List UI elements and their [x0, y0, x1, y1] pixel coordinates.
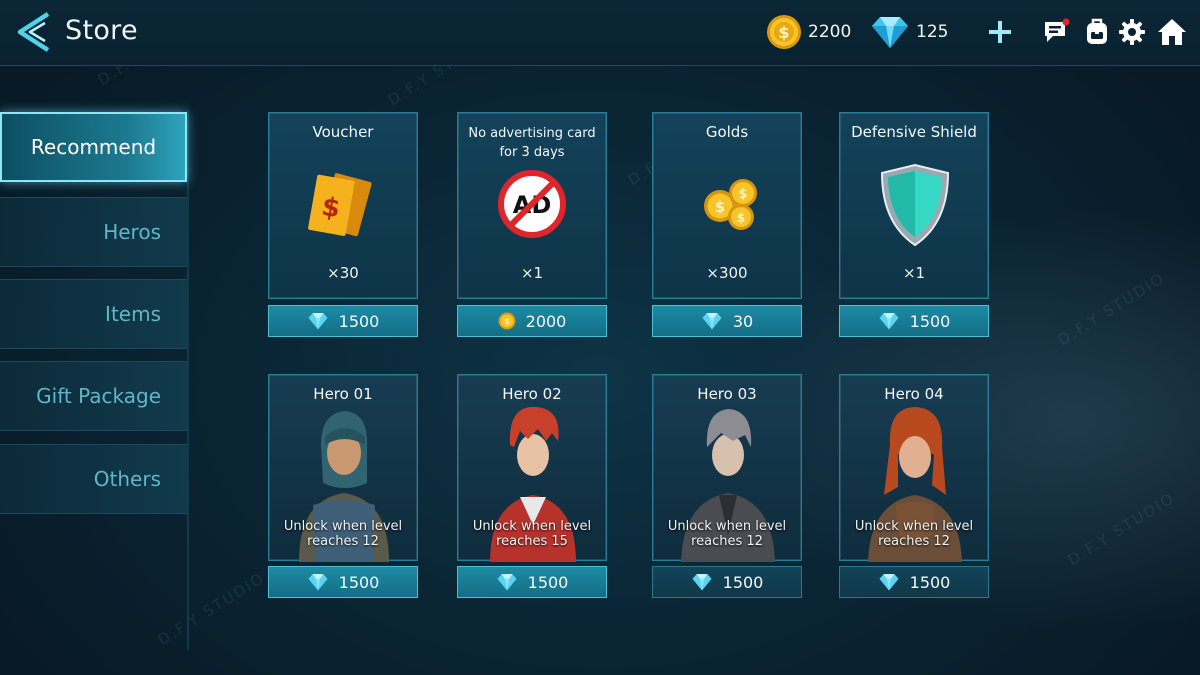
tab-label: Heros [103, 220, 161, 244]
buy-button-hero-03[interactable]: 1500 [652, 566, 802, 598]
tab-label: Recommend [30, 135, 157, 159]
unlock-line: Unlock when level [667, 519, 787, 534]
hero-card-01[interactable]: Hero 01 Unlock when level reaches 12 [268, 374, 418, 562]
unlock-line: reaches 12 [691, 534, 763, 549]
diamond-icon [702, 313, 722, 330]
item-quantity: ×1 [520, 264, 544, 282]
hero-card-03[interactable]: Hero 03 Unlock when level reaches 12 [652, 374, 802, 562]
back-arrow-icon [17, 12, 50, 52]
watermark: D.F.Y STUDIO [1064, 488, 1179, 570]
diamond-icon [879, 313, 899, 330]
gold-balance: $ 2200 [766, 12, 851, 52]
sidebar-divider [187, 110, 189, 650]
buy-button-no-ads[interactable]: $ 2000 [457, 305, 607, 337]
tab-others[interactable]: Others [0, 444, 187, 514]
hero-title: Hero 01 [313, 385, 373, 403]
price-value: 30 [732, 311, 754, 331]
tab-items[interactable]: Items [0, 279, 187, 349]
page-title: Store [65, 15, 138, 46]
item-quantity: ×30 [327, 264, 359, 282]
diamond-icon [872, 17, 908, 48]
tab-recommend[interactable]: Recommend [0, 112, 187, 182]
gem-balance: 125 [870, 12, 948, 52]
item-card-defensive-shield[interactable]: Defensive Shield ×1 [839, 112, 989, 299]
backpack-icon [1087, 18, 1107, 44]
buy-button-voucher[interactable]: 1500 [268, 305, 418, 337]
svg-text:$: $ [738, 187, 747, 202]
unlock-line: reaches 12 [307, 534, 379, 549]
tab-label: Items [105, 302, 161, 326]
unlock-line: Unlock when level [283, 519, 403, 534]
chat-button[interactable] [1042, 16, 1072, 48]
unlock-line: Unlock when level [472, 519, 592, 534]
hero-card-02[interactable]: Hero 02 Unlock when level reaches 15 [457, 374, 607, 562]
gold-coin-icon: $ [498, 312, 516, 330]
hero-title: Hero 03 [697, 385, 757, 403]
gem-amount: 125 [916, 22, 949, 42]
watermark: D.F.Y STUDIO [1054, 268, 1169, 350]
unlock-line: Unlock when level [854, 519, 974, 534]
buy-button-golds[interactable]: 30 [652, 305, 802, 337]
buy-button-defensive-shield[interactable]: 1500 [839, 305, 989, 337]
price-value: 1500 [527, 572, 569, 592]
tab-gift-package[interactable]: Gift Package [0, 361, 187, 431]
item-quantity: ×300 [706, 264, 748, 282]
hero-card-04[interactable]: Hero 04 Unlock when level reaches 12 [839, 374, 989, 562]
home-icon [1158, 19, 1186, 45]
gold-amount: 2200 [808, 22, 852, 42]
diamond-icon [308, 574, 328, 591]
diamond-icon [308, 313, 328, 330]
buy-button-hero-02[interactable]: 1500 [457, 566, 607, 598]
svg-text:$: $ [737, 211, 745, 225]
hero-unlock-requirement: Unlock when level reaches 12 [840, 519, 988, 549]
item-card-no-ads[interactable]: No advertising card for 3 days AD ×1 [457, 112, 607, 299]
item-quantity: ×1 [902, 264, 926, 282]
diamond-icon [879, 574, 899, 591]
item-card-voucher[interactable]: Voucher $ ×30 [268, 112, 418, 299]
diamond-icon [692, 574, 712, 591]
price-value: 1500 [722, 572, 764, 592]
add-currency-button[interactable] [985, 16, 1015, 48]
price-value: 1500 [338, 572, 380, 592]
svg-text:$: $ [504, 317, 510, 326]
watermark: D.F.Y STUDIO [154, 568, 269, 650]
unlock-line: reaches 15 [496, 534, 568, 549]
tab-label: Gift Package [36, 384, 161, 408]
inventory-button[interactable] [1082, 16, 1112, 48]
svg-text:$: $ [778, 23, 789, 42]
unlock-line: reaches 12 [878, 534, 950, 549]
price-value: 1500 [338, 311, 380, 331]
gear-icon [1119, 19, 1145, 45]
settings-button[interactable] [1117, 16, 1147, 48]
gold-coin-icon: $ [767, 15, 801, 49]
tab-label: Others [93, 467, 161, 491]
buy-button-hero-04[interactable]: 1500 [839, 566, 989, 598]
price-value: 2000 [525, 311, 567, 331]
diamond-icon [497, 574, 517, 591]
hero-unlock-requirement: Unlock when level reaches 12 [653, 519, 801, 549]
hero-title: Hero 02 [502, 385, 562, 403]
back-button[interactable] [14, 10, 54, 54]
svg-text:$: $ [715, 198, 725, 216]
chat-icon [1045, 18, 1070, 42]
price-value: 1500 [909, 572, 951, 592]
buy-button-hero-01[interactable]: 1500 [268, 566, 418, 598]
tab-heros[interactable]: Heros [0, 197, 187, 267]
item-card-golds[interactable]: Golds $ $ $ ×300 [652, 112, 802, 299]
price-value: 1500 [909, 311, 951, 331]
top-bar: Store $ 2200 125 [0, 0, 1200, 66]
hero-title: Hero 04 [884, 385, 944, 403]
home-button[interactable] [1157, 16, 1187, 48]
plus-icon [989, 21, 1011, 43]
hero-unlock-requirement: Unlock when level reaches 15 [458, 519, 606, 549]
hero-unlock-requirement: Unlock when level reaches 12 [269, 519, 417, 549]
